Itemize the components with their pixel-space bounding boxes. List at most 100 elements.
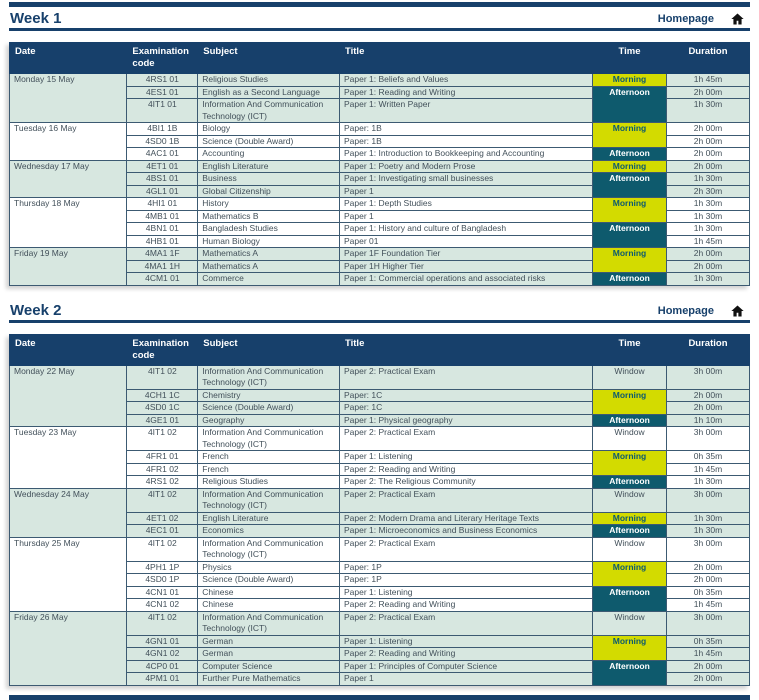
title-cell: Paper 2: Practical Exam xyxy=(338,610,594,636)
exam-code-cell: 4GN1 01 xyxy=(126,634,199,648)
exam-row: Friday 19 May 4MA1 1F Mathematics A Paper 1… xyxy=(8,247,751,286)
duration-cell: 1h 30m xyxy=(665,98,751,123)
column-header-time: Time xyxy=(592,42,667,74)
date-cell: Wednesday 24 May xyxy=(8,487,128,538)
week-1-title-rule xyxy=(9,28,750,31)
duration-cell: 3h 00m xyxy=(665,426,751,451)
subject-cell: English as a Second Language xyxy=(197,85,340,99)
subject-cell: Economics xyxy=(197,524,340,538)
duration-cell: 0h 35m xyxy=(665,585,751,599)
exam-code-cell: 4PM1 01 xyxy=(126,672,199,686)
duration-cell: 2h 30m xyxy=(665,184,751,198)
duration-cell: 2h 00m xyxy=(665,401,751,415)
duration-cell: 2h 00m xyxy=(665,247,751,261)
subject-cell: Human Biology xyxy=(197,234,340,248)
time-cell-afternoon: Afternoon xyxy=(592,585,667,612)
duration-cell: 1h 30m xyxy=(665,511,751,525)
homepage-link[interactable]: Homepage xyxy=(658,13,714,25)
duration-cell: 2h 00m xyxy=(665,672,751,686)
time-cell-morning: Morning xyxy=(592,159,667,173)
exam-code-cell: 4EC1 01 xyxy=(126,524,199,538)
exam-row: Thursday 25 May 4IT1 02 Information And Co… xyxy=(8,536,751,612)
subject-cell: French xyxy=(197,462,340,476)
week-2-title-rule xyxy=(9,319,750,323)
title-cell: Paper 1: Beliefs and Values xyxy=(338,73,594,87)
subject-cell: Business xyxy=(197,172,340,186)
date-cell: Thursday 18 May xyxy=(8,197,128,248)
exam-code-cell: 4RS1 01 xyxy=(126,73,199,87)
time-cell-afternoon: Afternoon xyxy=(592,85,667,123)
exam-code-cell: 4CM1 01 xyxy=(126,272,199,286)
week-1-section: Week 1 Homepage Date Examination code Subj… xyxy=(8,7,751,286)
title-cell: Paper 2: Modern Drama and Literary Herit… xyxy=(338,511,594,525)
time-cell-afternoon: Afternoon xyxy=(592,475,667,489)
column-header-title: Title xyxy=(338,333,594,366)
table-header-row: Date Examination code Subject Title Time Dura… xyxy=(8,42,751,74)
duration-cell: 2h 00m xyxy=(665,122,751,136)
exam-code-cell: 4IT1 02 xyxy=(126,487,199,513)
exam-row: Wednesday 24 May 4IT1 02 Information And C… xyxy=(8,487,751,538)
exam-code-cell: 4SD0 1C xyxy=(126,401,199,415)
home-area: Homepage xyxy=(658,12,749,28)
exam-code-cell: 4AC1 01 xyxy=(126,147,199,161)
column-header-duration: Duration xyxy=(665,333,751,366)
duration-cell: 0h 35m xyxy=(665,450,751,464)
exam-code-cell: 4CH1 1C xyxy=(126,388,199,402)
exam-code-cell: 4CN1 02 xyxy=(126,598,199,612)
time-cell-morning: Morning xyxy=(592,511,667,525)
duration-cell: 2h 00m xyxy=(665,134,751,148)
home-icon[interactable] xyxy=(730,12,745,26)
home-area: Homepage xyxy=(658,304,749,320)
title-cell: Paper 1: Poetry and Modern Prose xyxy=(338,159,594,173)
exam-code-cell: 4RS1 02 xyxy=(126,475,199,489)
time-cell-afternoon: Afternoon xyxy=(592,147,667,161)
exam-code-cell: 4CP0 01 xyxy=(126,659,199,673)
column-header-title: Title xyxy=(338,42,594,74)
time-cell-afternoon: Afternoon xyxy=(592,413,667,427)
title-cell: Paper 2: Practical Exam xyxy=(338,426,594,451)
time-cell-morning: Morning xyxy=(592,560,667,587)
duration-cell: 1h 30m xyxy=(665,222,751,236)
time-cell-morning: Morning xyxy=(592,634,667,661)
exam-code-cell: 4MA1 1H xyxy=(126,259,199,273)
title-cell: Paper 2: Reading and Writing xyxy=(338,462,594,476)
exam-code-cell: 4BI1 1B xyxy=(126,122,199,136)
column-header-date: Date xyxy=(8,42,128,74)
subject-cell: Science (Double Award) xyxy=(197,134,340,148)
column-header-duration: Duration xyxy=(665,42,751,74)
duration-cell: 1h 30m xyxy=(665,272,751,286)
exam-row: Wednesday 17 May 4ET1 01 English Literatur… xyxy=(8,159,751,198)
column-header-examination-code: Examination code xyxy=(126,333,199,366)
exam-row: Tuesday 16 May 4BI1 1B Biology Paper: 1B Mor… xyxy=(8,122,751,161)
title-cell: Paper: 1B xyxy=(338,122,594,136)
subject-cell: Information And Communication Technology… xyxy=(197,536,340,562)
column-header-subject: Subject xyxy=(197,333,340,366)
time-cell-window: Window xyxy=(592,487,667,513)
week-2-timetable: Date Examination code Subject Title Time Dura… xyxy=(8,333,751,686)
home-icon[interactable] xyxy=(730,304,745,318)
duration-cell: 1h 30m xyxy=(665,172,751,186)
time-cell-window: Window xyxy=(592,536,667,562)
title-cell: Paper 1: Reading and Writing xyxy=(338,85,594,99)
week-1-timetable: Date Examination code Subject Title Time Dura… xyxy=(8,42,751,286)
table-header-row: Date Examination code Subject Title Time Dura… xyxy=(8,333,751,366)
title-cell: Paper 2: Reading and Writing xyxy=(338,647,594,661)
title-cell: Paper 1: Introduction to Bookkeeping and… xyxy=(338,147,594,161)
homepage-link[interactable]: Homepage xyxy=(658,305,714,317)
subject-cell: Religious Studies xyxy=(197,73,340,87)
date-cell: Monday 22 May xyxy=(8,364,128,427)
title-cell: Paper: 1P xyxy=(338,560,594,574)
subject-cell: Commerce xyxy=(197,272,340,286)
exam-code-cell: 4FR1 01 xyxy=(126,450,199,464)
subject-cell: German xyxy=(197,647,340,661)
duration-cell: 1h 10m xyxy=(665,413,751,427)
duration-cell: 1h 45m xyxy=(665,73,751,87)
time-cell-afternoon: Afternoon xyxy=(592,524,667,538)
duration-cell: 1h 45m xyxy=(665,598,751,612)
duration-cell: 3h 00m xyxy=(665,487,751,513)
duration-cell: 2h 00m xyxy=(665,85,751,99)
exam-code-cell: 4ET1 01 xyxy=(126,159,199,173)
title-cell: Paper: 1P xyxy=(338,573,594,587)
title-cell: Paper 01 xyxy=(338,234,594,248)
title-cell: Paper 1 xyxy=(338,209,594,223)
